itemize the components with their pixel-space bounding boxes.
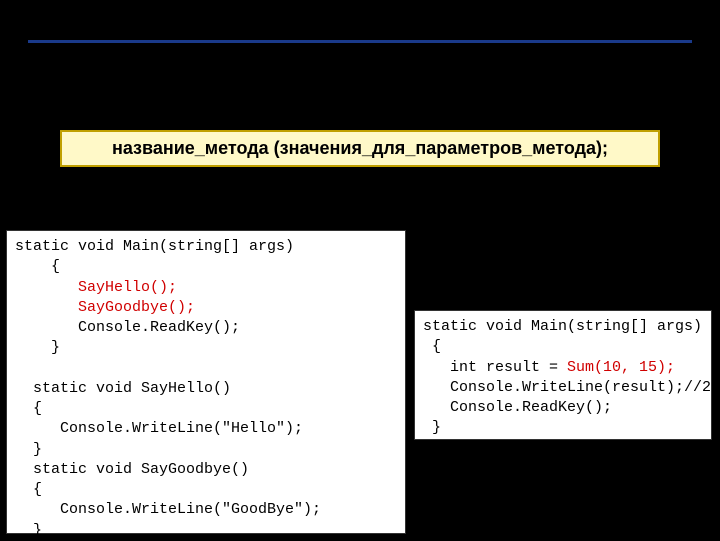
code-line: { [423,338,441,355]
code-line: static void SayGoodbye() [15,461,249,478]
code-example-right: static void Main(string[] args) { int re… [414,310,712,440]
code-line: } [15,441,42,458]
code-call-sayhello: SayHello(); [78,279,177,296]
code-indent [15,299,78,316]
code-example-left: static void Main(string[] args) { SayHel… [6,230,406,534]
code-line: Console.ReadKey(); [423,399,612,416]
code-line: Console.WriteLine("GoodBye"); [15,501,321,518]
code-line: } [15,522,42,539]
code-line: { [15,481,42,498]
code-line: } [15,339,60,356]
code-indent [15,279,78,296]
code-line: static void Main(string[] args) [15,238,294,255]
code-indent: int result = [423,359,567,376]
code-line: { [15,400,42,417]
code-call-saygoodbye: SayGoodbye(); [78,299,195,316]
code-line: static void Main(string[] args) [423,318,702,335]
code-line: } [423,419,441,436]
code-line: Console.WriteLine(result);//25 [423,379,720,396]
code-line: Console.ReadKey(); [15,319,240,336]
code-line: static void SayHello() [15,380,231,397]
syntax-callout: название_метода (значения_для_параметров… [60,130,660,167]
code-line: Console.WriteLine("Hello"); [15,420,303,437]
divider-line [28,40,692,43]
code-line: { [15,258,60,275]
code-call-sum: Sum(10, 15); [567,359,675,376]
